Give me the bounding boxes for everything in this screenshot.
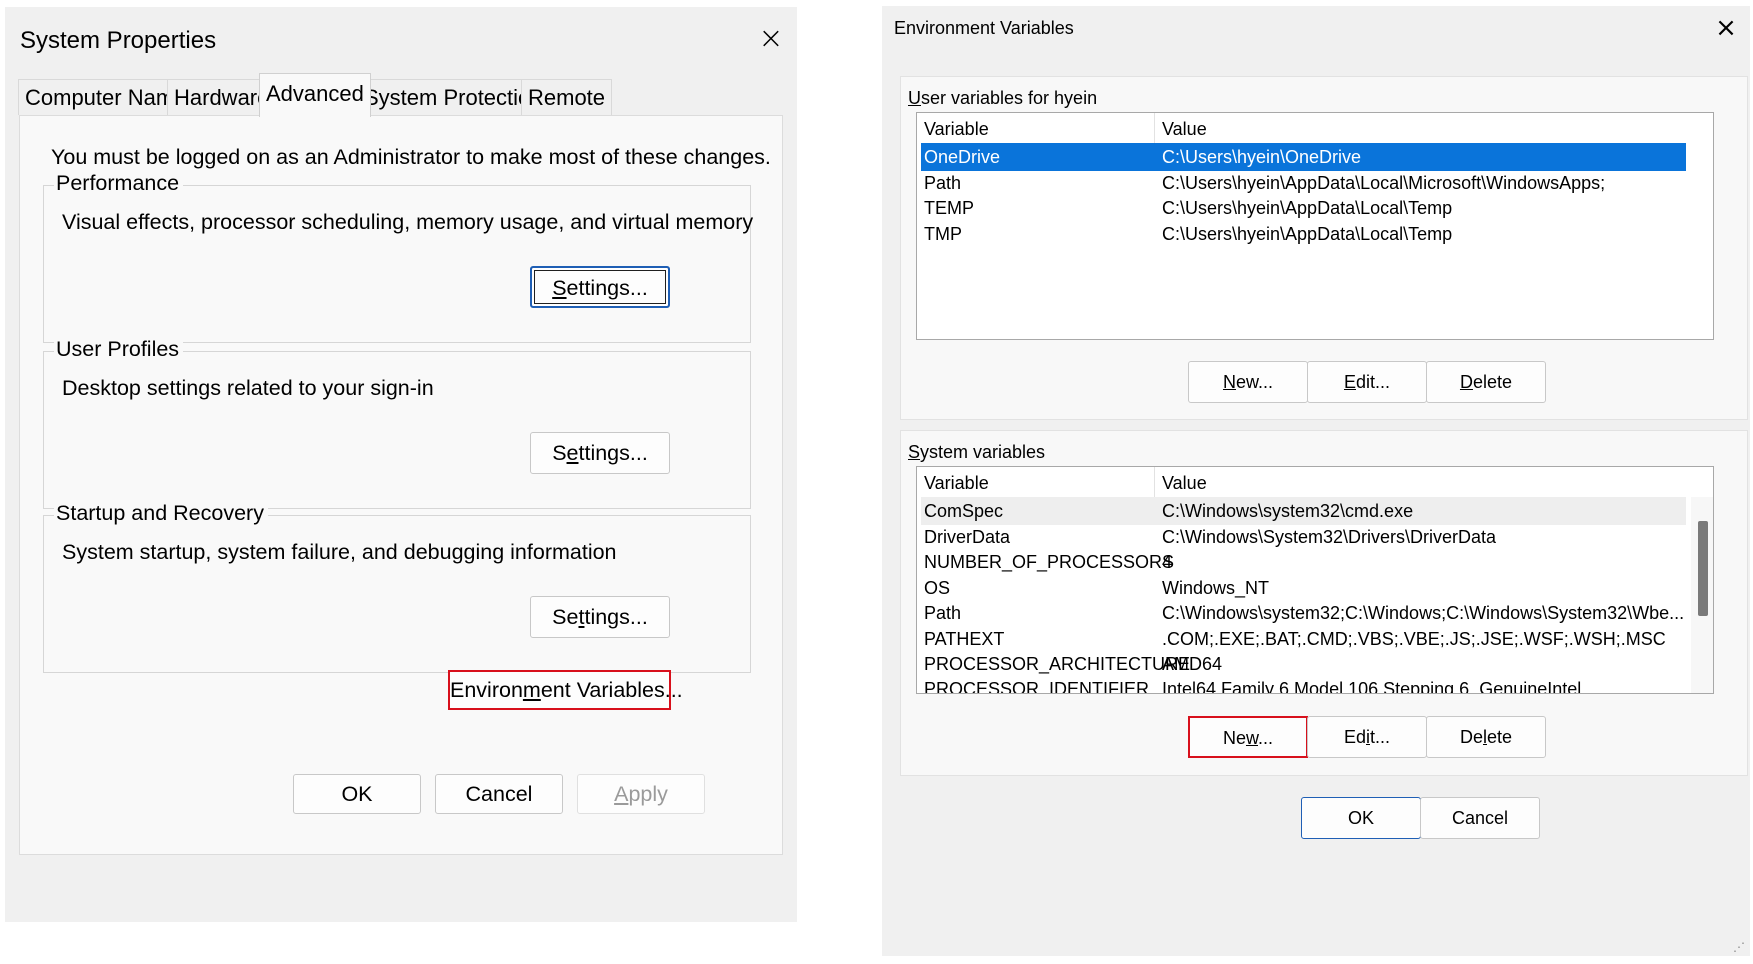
system-variables-legend: System variables bbox=[908, 442, 1046, 462]
close-icon[interactable]: × bbox=[1710, 12, 1742, 44]
resize-grip-icon[interactable]: ⋰ bbox=[1733, 940, 1745, 954]
table-row[interactable]: OneDrive C:\Users\hyein\OneDrive bbox=[921, 143, 1686, 171]
column-header-variable[interactable]: Variable bbox=[924, 119, 989, 140]
user-profiles-group: User Profiles Desktop settings related t… bbox=[43, 337, 751, 509]
table-row[interactable]: PATHEXT .COM;.EXE;.BAT;.CMD;.VBS;.VBE;.J… bbox=[921, 625, 1686, 653]
variable-cell: PROCESSOR_ARCHITECTURE bbox=[924, 654, 1191, 674]
value-cell: C:\Windows\System32\Drivers\DriverData bbox=[1162, 527, 1497, 547]
environment-variables-dialog: Environment Variables × User variables f… bbox=[882, 6, 1750, 956]
user-variables-list[interactable]: Variable Value OneDrive C:\Users\hyein\O… bbox=[916, 112, 1714, 340]
system-new-button[interactable]: New... bbox=[1188, 716, 1308, 758]
table-row[interactable]: TEMP C:\Users\hyein\AppData\Local\Temp bbox=[921, 194, 1686, 222]
tab-advanced[interactable]: Advanced bbox=[259, 73, 371, 117]
user-profiles-settings-button[interactable]: Settings... bbox=[530, 432, 670, 474]
variable-cell: Path bbox=[924, 173, 962, 193]
performance-group: Performance Visual effects, processor sc… bbox=[43, 171, 754, 343]
variable-cell: DriverData bbox=[924, 527, 1011, 547]
value-cell: C:\Users\hyein\OneDrive bbox=[1162, 147, 1362, 167]
user-new-button[interactable]: New... bbox=[1188, 361, 1308, 403]
list-header: Variable Value bbox=[917, 113, 1713, 145]
cancel-button[interactable]: Cancel bbox=[1420, 797, 1540, 839]
value-cell: AMD64 bbox=[1162, 654, 1223, 674]
startup-recovery-group: Startup and Recovery System startup, sys… bbox=[43, 501, 751, 673]
user-delete-button[interactable]: Delete bbox=[1426, 361, 1546, 403]
value-cell: C:\Windows\system32\cmd.exe bbox=[1162, 501, 1414, 521]
user-variables-legend: User variables for hyein bbox=[908, 88, 1098, 108]
value-cell: C:\Users\hyein\AppData\Local\Temp bbox=[1162, 198, 1453, 218]
column-divider[interactable] bbox=[1154, 113, 1155, 143]
table-row[interactable]: Path C:\Windows\system32;C:\Windows;C:\W… bbox=[921, 599, 1686, 627]
user-profiles-legend: User Profiles bbox=[54, 337, 184, 362]
value-cell: C:\Windows\system32;C:\Windows;C:\Window… bbox=[1162, 603, 1685, 623]
close-icon[interactable]: × bbox=[753, 21, 789, 57]
variable-cell: TEMP bbox=[924, 198, 975, 218]
table-row[interactable]: DriverData C:\Windows\System32\Drivers\D… bbox=[921, 523, 1686, 551]
variable-cell: NUMBER_OF_PROCESSORS bbox=[924, 552, 1175, 572]
column-header-value[interactable]: Value bbox=[1162, 119, 1207, 140]
startup-recovery-settings-button[interactable]: Settings... bbox=[530, 596, 670, 638]
cancel-button[interactable]: Cancel bbox=[435, 774, 563, 814]
performance-settings-button[interactable]: Settings... bbox=[530, 266, 670, 308]
startup-recovery-description: System startup, system failure, and debu… bbox=[62, 540, 617, 564]
table-row[interactable]: NUMBER_OF_PROCESSORS 4 bbox=[921, 548, 1686, 576]
variable-cell: Path bbox=[924, 603, 962, 623]
variable-cell: ComSpec bbox=[924, 501, 1004, 521]
table-row[interactable]: OS Windows_NT bbox=[921, 574, 1686, 602]
list-header: Variable Value bbox=[917, 467, 1713, 499]
table-row[interactable]: PROCESSOR_IDENTIFIER Intel64 Family 6 Mo… bbox=[921, 675, 1686, 694]
ok-button[interactable]: OK bbox=[1301, 797, 1421, 839]
system-edit-button[interactable]: Edit... bbox=[1307, 716, 1427, 758]
performance-legend: Performance bbox=[54, 171, 184, 196]
column-header-variable[interactable]: Variable bbox=[924, 473, 989, 494]
column-header-value[interactable]: Value bbox=[1162, 473, 1207, 494]
user-edit-button[interactable]: Edit... bbox=[1307, 361, 1427, 403]
tab-remote[interactable]: Remote bbox=[521, 79, 613, 115]
table-row[interactable]: Path C:\Users\hyein\AppData\Local\Micros… bbox=[921, 169, 1686, 197]
performance-description: Visual effects, processor scheduling, me… bbox=[62, 210, 754, 234]
table-row[interactable]: PROCESSOR_ARCHITECTURE AMD64 bbox=[921, 650, 1686, 678]
column-divider[interactable] bbox=[1154, 467, 1155, 497]
ok-button[interactable]: OK bbox=[293, 774, 421, 814]
system-variables-list[interactable]: Variable Value ComSpec C:\Windows\system… bbox=[916, 466, 1714, 694]
variable-cell: TMP bbox=[924, 224, 962, 244]
value-cell: C:\Users\hyein\AppData\Local\Microsoft\W… bbox=[1162, 173, 1606, 193]
variable-cell: PROCESSOR_IDENTIFIER bbox=[924, 679, 1150, 694]
scrollbar-thumb[interactable] bbox=[1698, 521, 1708, 616]
value-cell: 4 bbox=[1162, 552, 1173, 572]
variable-cell: PATHEXT bbox=[924, 629, 1005, 649]
admin-note: You must be logged on as an Administrato… bbox=[51, 145, 771, 169]
system-properties-dialog: System Properties × Computer Name Hardwa… bbox=[5, 7, 797, 922]
value-cell: Windows_NT bbox=[1162, 578, 1270, 598]
user-profiles-description: Desktop settings related to your sign-in bbox=[62, 376, 434, 400]
value-cell: C:\Users\hyein\AppData\Local\Temp bbox=[1162, 224, 1453, 244]
variable-cell: OneDrive bbox=[924, 147, 1001, 167]
dialog-title: Environment Variables bbox=[894, 18, 1074, 38]
dialog-title: System Properties bbox=[20, 27, 217, 54]
system-delete-button[interactable]: Delete bbox=[1426, 716, 1546, 758]
value-cell: Intel64 Family 6 Model 106 Stepping 6, G… bbox=[1162, 679, 1582, 694]
vertical-scrollbar[interactable] bbox=[1691, 497, 1713, 693]
startup-recovery-legend: Startup and Recovery bbox=[54, 501, 268, 526]
variable-cell: OS bbox=[924, 578, 951, 598]
apply-button[interactable]: Apply bbox=[577, 774, 705, 814]
environment-variables-button[interactable]: Environment Variables... bbox=[448, 670, 683, 710]
value-cell: .COM;.EXE;.BAT;.CMD;.VBS;.VBE;.JS;.JSE;.… bbox=[1162, 629, 1666, 649]
table-row[interactable]: ComSpec C:\Windows\system32\cmd.exe bbox=[921, 497, 1686, 525]
table-row[interactable]: TMP C:\Users\hyein\AppData\Local\Temp bbox=[921, 220, 1686, 248]
